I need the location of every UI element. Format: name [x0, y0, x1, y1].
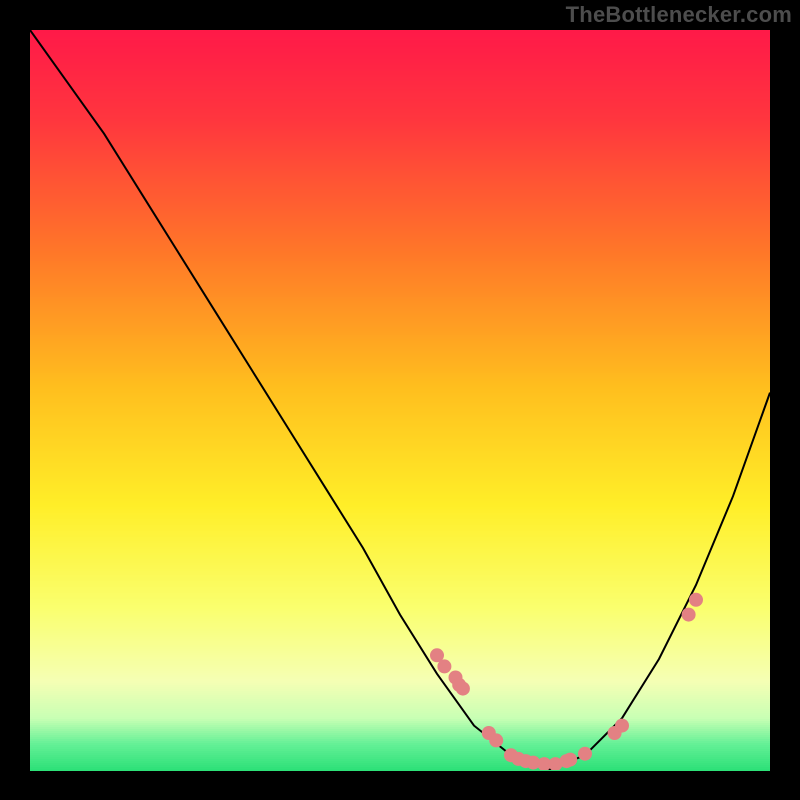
data-marker: [437, 659, 451, 673]
plot-area: [30, 30, 770, 770]
data-marker: [563, 753, 577, 767]
data-marker: [615, 719, 629, 733]
data-marker: [456, 682, 470, 696]
data-marker: [682, 608, 696, 622]
data-marker: [689, 593, 703, 607]
data-marker: [578, 747, 592, 761]
data-marker: [489, 733, 503, 747]
chart-frame: TheBottlenecker.com: [0, 0, 800, 800]
curve-overlay: [30, 30, 770, 770]
watermark-label: TheBottlenecker.com: [566, 2, 792, 28]
bottleneck-curve: [30, 30, 770, 770]
